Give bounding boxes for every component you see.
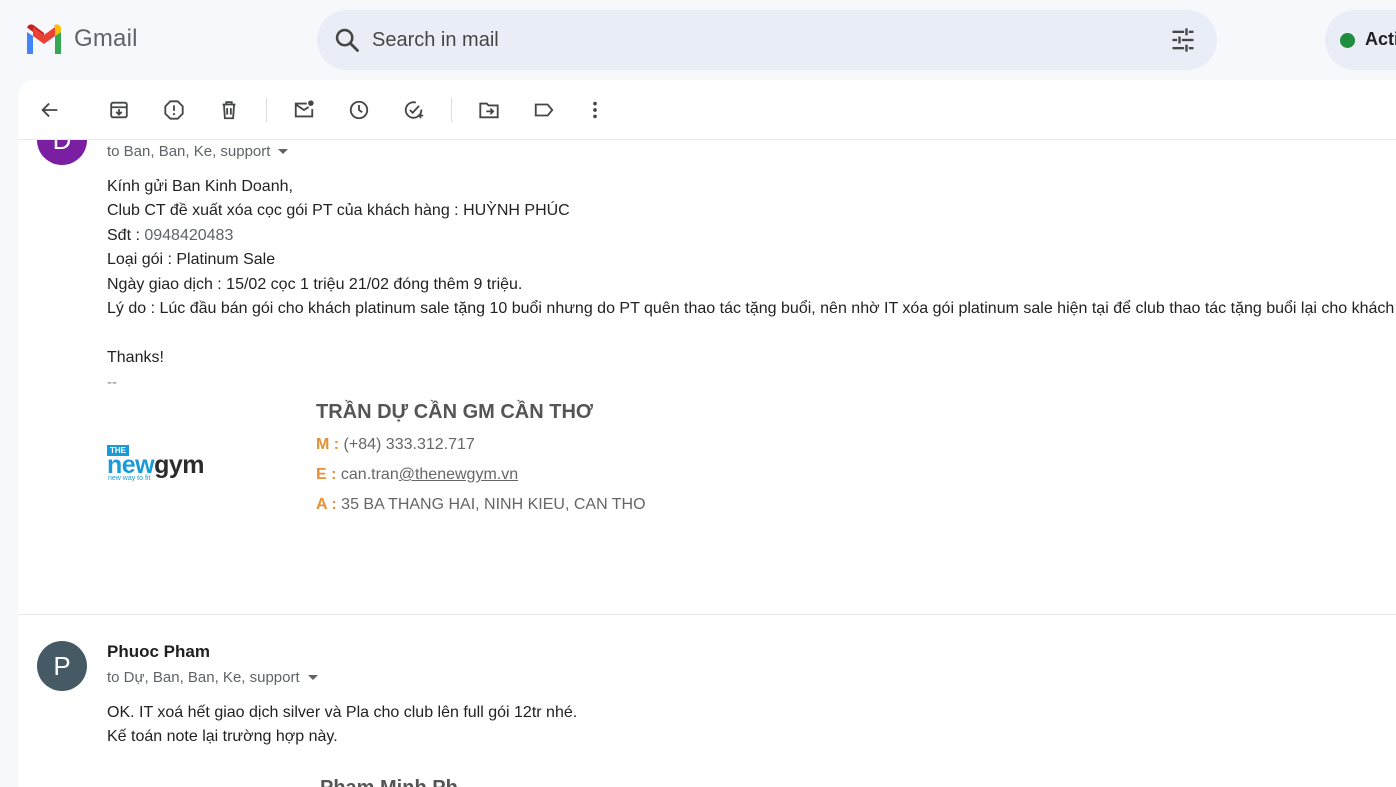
status-selector[interactable]: Active: [1325, 10, 1396, 70]
add-to-tasks-icon: [404, 101, 424, 119]
message-toolbar: [18, 80, 1396, 140]
more-options-button[interactable]: [580, 95, 610, 125]
status-dot-icon: [1340, 33, 1355, 48]
logo-wordmark: newgym: [107, 451, 205, 479]
delete-button[interactable]: [214, 95, 244, 125]
thenewgym-logo: THE newgym new way to fit: [107, 443, 232, 485]
logo-tagline: new way to fit: [108, 475, 151, 482]
mark-unread-icon: [294, 100, 314, 118]
body-line: Kính gửi Ban Kinh Doanh,: [107, 178, 293, 195]
snooze-icon: [349, 100, 369, 120]
label-button[interactable]: [529, 95, 559, 125]
body-line: Kế toán note lại trường hợp này.: [107, 728, 338, 745]
app-name: Gmail: [74, 25, 138, 52]
signature-address: A : 35 BA THANG HAI, NINH KIEU, CAN THO: [316, 496, 646, 513]
signature-name: Pham Minh Ph: [320, 777, 458, 787]
signature-separator: --: [107, 374, 117, 391]
archive-button[interactable]: [104, 95, 134, 125]
phone-label: Sđt :: [107, 227, 145, 244]
body-line: Lý do : Lúc đầu bán gói cho khách platin…: [107, 300, 1395, 317]
gmail-logo[interactable]: Gmail: [24, 24, 138, 54]
sender-name[interactable]: Phuoc Pham: [107, 642, 210, 662]
delete-icon: [222, 101, 236, 120]
toolbar-divider: [266, 98, 267, 122]
body-line: Thanks!: [107, 349, 164, 366]
top-bar: Gmail Active: [0, 0, 1396, 80]
recipients-toggle[interactable]: to Dự, Ban, Ban, Ke, support: [107, 669, 318, 686]
archive-icon: [110, 101, 128, 119]
phone-number-link[interactable]: 0948420483: [144, 227, 233, 244]
chevron-down-icon: [278, 149, 289, 154]
signature-mobile: M : (+84) 333.312.717: [316, 436, 475, 453]
recipients-text: to Ban, Ban, Ke, support: [107, 143, 271, 160]
add-to-tasks-button[interactable]: [399, 95, 429, 125]
search-options-icon[interactable]: [1169, 26, 1197, 54]
message-divider: [18, 614, 1396, 615]
more-vert-icon: [593, 101, 597, 119]
back-icon: [41, 102, 58, 118]
search-input[interactable]: [372, 25, 1152, 55]
move-to-icon: [479, 102, 499, 119]
report-spam-button[interactable]: [159, 95, 189, 125]
signature-phone-link[interactable]: (+84) 333.312.717: [339, 436, 475, 453]
signature-email-link[interactable]: @thenewgym.vn: [399, 466, 518, 483]
mark-unread-button[interactable]: [289, 95, 319, 125]
report-spam-icon: [164, 100, 184, 120]
recipients-toggle[interactable]: to Ban, Ban, Ke, support: [107, 143, 289, 160]
gmail-m-icon: [27, 24, 61, 54]
search-icon[interactable]: [333, 26, 361, 54]
recipients-text: to Dự, Ban, Ban, Ke, support: [107, 669, 300, 686]
body-line: OK. IT xoá hết giao dịch silver và Pla c…: [107, 704, 578, 721]
toolbar-divider: [451, 98, 452, 122]
label-icon: [534, 103, 554, 117]
search-bar[interactable]: [317, 10, 1217, 70]
body-line: Ngày giao dịch : 15/02 cọc 1 triệu 21/02…: [107, 276, 523, 293]
phone-line: Sđt : 0948420483: [107, 227, 233, 245]
signature-email: E : can.tran@thenewgym.vn: [316, 466, 519, 483]
sender-avatar[interactable]: P: [37, 641, 87, 691]
signature-name: TRẦN DỰ CẦN GM CẦN THƠ: [316, 401, 593, 423]
back-button[interactable]: [35, 95, 65, 125]
chevron-down-icon: [307, 675, 318, 680]
snooze-button[interactable]: [344, 95, 374, 125]
status-label: Active: [1365, 29, 1396, 49]
move-to-button[interactable]: [474, 95, 504, 125]
body-line: Loại gói : Platinum Sale: [107, 251, 276, 268]
message-view: D to Ban, Ban, Ke, support Kính gửi Ban …: [18, 80, 1396, 787]
body-line: Club CT đề xuất xóa cọc gói PT của khách…: [107, 202, 570, 219]
